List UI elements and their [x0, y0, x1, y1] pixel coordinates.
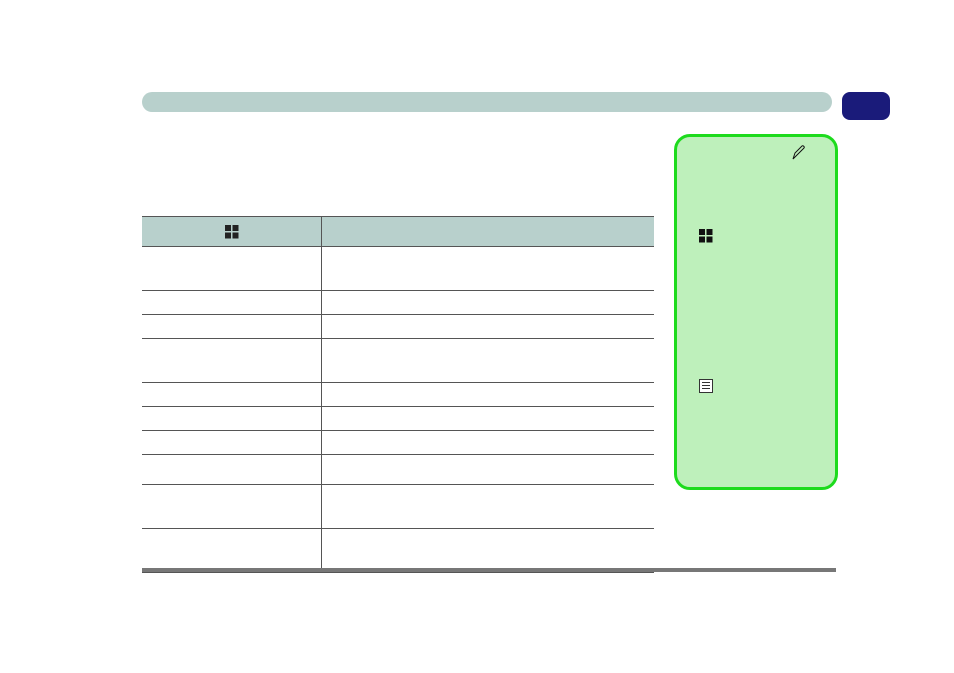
table-row: [142, 431, 654, 455]
table-header-left: [142, 217, 322, 247]
table-header-right: [322, 217, 654, 247]
note-card: [674, 134, 838, 490]
table-header-row: [142, 217, 654, 247]
table-row: [142, 383, 654, 407]
windows-logo-icon: [699, 229, 713, 243]
windows-logo-icon: [225, 225, 239, 239]
table-row: [142, 455, 654, 485]
pen-icon: [791, 145, 807, 161]
table-row: [142, 529, 654, 573]
table-row: [142, 407, 654, 431]
table-row: [142, 247, 654, 291]
page-bottom-rule: [142, 568, 836, 572]
page-header-bar: [142, 92, 832, 112]
table-row: [142, 291, 654, 315]
shortcut-table: [142, 216, 654, 573]
table-row: [142, 339, 654, 383]
document-icon: [699, 379, 713, 393]
table-row: [142, 485, 654, 529]
page-side-tab: [842, 92, 890, 120]
table-row: [142, 315, 654, 339]
